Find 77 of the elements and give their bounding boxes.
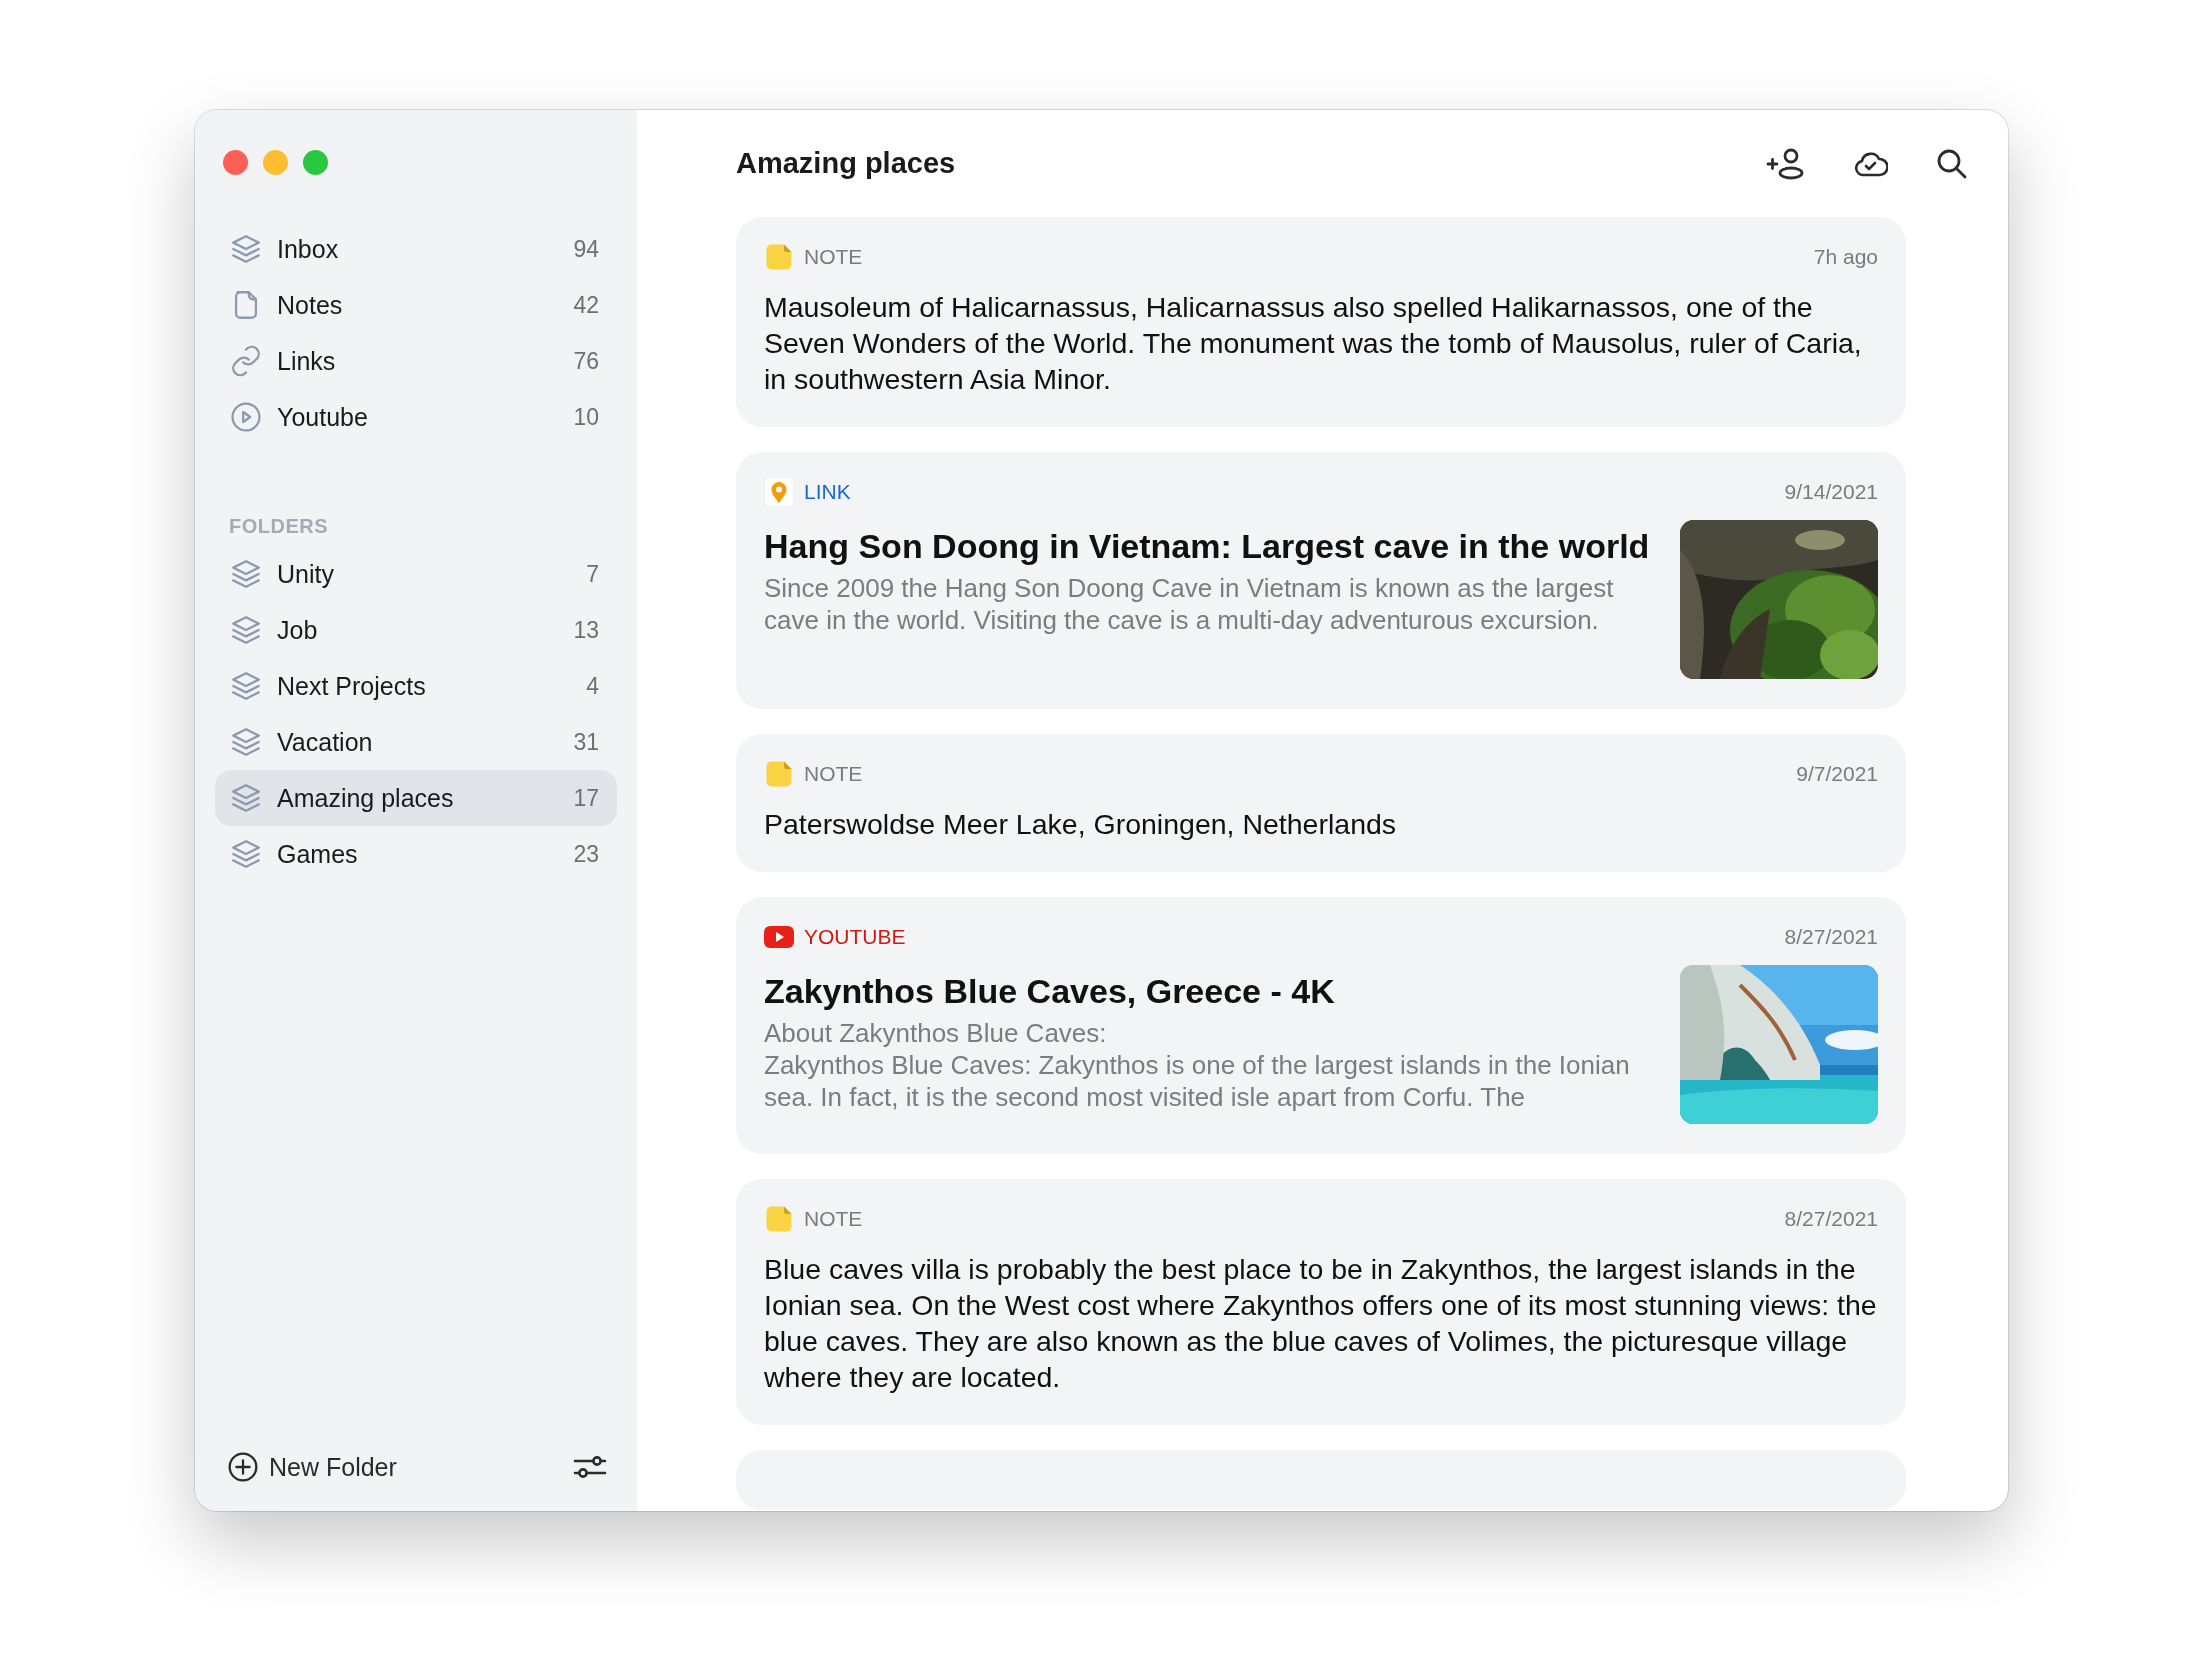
search-icon [1936,147,1968,180]
cloud-check-icon [1854,150,1888,177]
folder-item[interactable]: Job 13 [215,602,617,658]
item-type: LINK [804,480,852,504]
section-heading: FOLDERS [228,515,330,538]
close-window-button[interactable] [223,150,248,175]
item-title: Hang Son Doong in Vietnam: Largest cave in the world [764,526,1651,567]
item-description: Zakynthos Blue Caves: Zakynthos is one of the largest islands in the Ionian sea. In fact, it is the second most visited isle apart from Corfu. The [764,1049,1631,1113]
note-text: Paterswoldse Meer Lake, Groningen, Netherlands [764,807,1398,842]
folder-label: Games [277,839,359,869]
item-count: 94 [573,235,599,263]
folder-count: 7 [586,560,599,588]
note-icon [764,1204,794,1234]
item-label: Inbox [277,234,340,264]
note-text: Blue caves villa is probably the best place to be in Zakynthos, the largest islands in the Ionian sea. On the West cost where Zakynthos offers one of its most stunning views: the blue caves. They are also known as the blue caves of Volimes, the picturesque village where they are located. [764,1252,1878,1395]
folder-label: Job [277,615,319,645]
sidebar-item[interactable]: Inbox 94 [215,221,617,277]
layers-icon [229,781,263,815]
item-time: 9/14/2021 [1784,480,1878,504]
item-card[interactable] [736,452,1906,709]
item-label: Notes [277,290,344,320]
folder-item[interactable]: Games 23 [215,826,617,882]
folder-count: 17 [573,784,599,812]
item-card[interactable]: NOTE 9/7/2021 Paterswoldse Meer Lake, Groningen, Netherlands [736,734,1906,872]
sidebar-item[interactable]: Notes 42 [215,277,617,333]
page-title: Amazing places [736,147,957,180]
note-text: Mausoleum of Halicarnassus, Halicarnassus also spelled Halikarnassos, one of the Seven Wonders of the World. The monument was the tomb of Mausolus, ruler of Caria, in southwestern Asia Minor. [764,290,1863,397]
item-description: Since 2009 the Hang Son Doong Cave in Vietnam is known as the largest cave in the world. Visiting the cave is a multi-day adventurous excursion. [764,572,1615,636]
folder-count: 23 [573,840,599,868]
item-time: 8/27/2021 [1784,1207,1878,1231]
item-time: 7h ago [1813,245,1878,269]
plus-circle-icon [227,1451,259,1483]
folder-count: 4 [586,672,599,700]
item-type: NOTE [804,762,864,786]
item-count: 76 [573,347,599,375]
cloud-sync-button[interactable] [1854,150,1888,177]
folder-count: 31 [573,728,599,756]
layers-icon [229,725,263,759]
layers-icon [229,669,263,703]
note-icon [764,242,794,272]
folder-item[interactable]: Next Projects 4 [215,658,617,714]
pin-icon [764,477,794,507]
item-label: Youtube [277,402,369,432]
folder-label: Vacation [277,727,374,757]
item-label: Links [277,346,337,376]
link-icon [229,344,263,378]
item-card[interactable] [736,217,1906,427]
item-card[interactable] [736,1179,1906,1425]
folder-item[interactable]: Unity 7 [215,546,617,602]
item-time: 9/7/2021 [1796,762,1878,786]
layers-icon [229,613,263,647]
item-count: 42 [573,291,599,319]
folder-label: Unity [277,559,335,589]
layers-icon [229,557,263,591]
folder-item[interactable]: Vacation 31 [215,714,617,770]
sidebar-item[interactable]: Youtube 10 [215,389,617,445]
folder-item[interactable]: Amazing places 17 [215,770,617,826]
item-type: YOUTUBE [804,925,907,949]
layers-icon [229,837,263,871]
folder-count: 13 [573,616,599,644]
note-icon [764,759,794,789]
item-type: NOTE [804,245,864,269]
item-time: 8/27/2021 [1784,925,1878,949]
item-type: NOTE [804,1207,864,1231]
folder-label: Amazing places [277,783,455,813]
new-folder-button[interactable]: New Folder [227,1451,397,1483]
item-title: Zakynthos Blue Caves, Greece - 4K [764,971,1336,1012]
item-count: 10 [573,403,599,431]
youtube-icon [764,926,794,948]
item-description: About Zakynthos Blue Caves: [764,1017,1108,1049]
play-icon [229,400,263,434]
search-button[interactable] [1936,147,1968,180]
add-person-button[interactable] [1766,146,1806,181]
folder-label: Next Projects [277,671,427,701]
add-person-icon [1766,146,1806,181]
sidebar-item[interactable]: Links 76 [215,333,617,389]
layers-icon [229,232,263,266]
